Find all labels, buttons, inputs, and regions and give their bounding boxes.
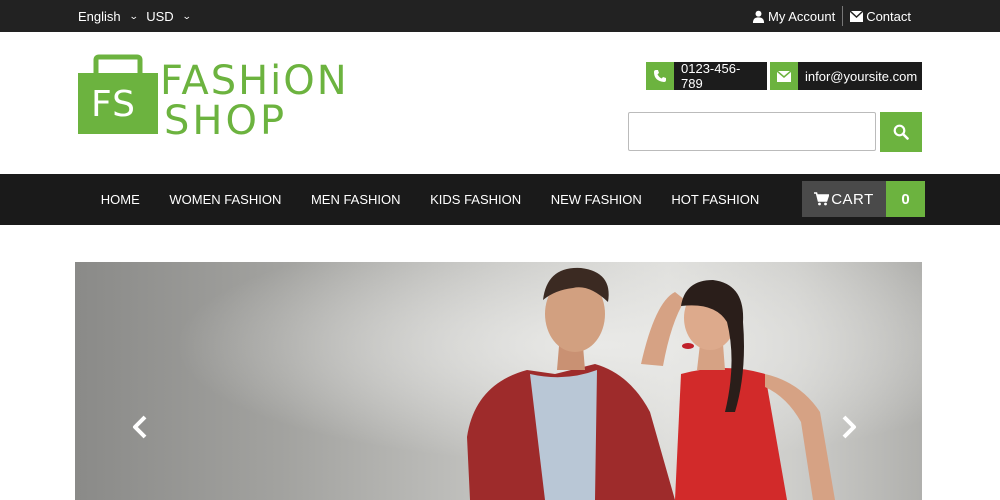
contact-link[interactable]: Contact	[850, 9, 911, 24]
shopping-bag-logo: FS FASHiON SHOP	[78, 54, 347, 144]
chevron-left-icon	[133, 415, 147, 439]
cart-label: CART	[831, 190, 874, 208]
search-icon	[893, 124, 909, 140]
phone-icon	[646, 62, 674, 90]
currency-dropdown[interactable]: USD ⌄	[146, 8, 192, 24]
chevron-right-icon	[842, 415, 856, 439]
nav-item-men-fashion[interactable]: MEN FASHION	[296, 192, 415, 207]
slider-prev-button[interactable]	[125, 412, 155, 442]
search-input[interactable]	[628, 112, 876, 151]
chevron-down-icon: ⌄	[181, 10, 192, 21]
nav-item-women-fashion[interactable]: WOMEN FASHION	[155, 192, 297, 207]
chevron-down-icon: ⌄	[128, 10, 139, 21]
search-button[interactable]	[880, 112, 922, 152]
email-contact[interactable]: infor@yoursite.com	[770, 62, 922, 90]
language-dropdown[interactable]: English ⌄	[78, 8, 139, 24]
hero-slider[interactable]	[75, 262, 922, 500]
nav-item-new-fashion[interactable]: NEW FASHION	[536, 192, 657, 207]
envelope-icon	[850, 10, 864, 22]
top-bar-right: My Account Contact	[752, 0, 911, 32]
svg-text:FS: FS	[91, 84, 136, 125]
slider-next-button[interactable]	[834, 412, 864, 442]
currency-label: USD	[146, 8, 174, 24]
svg-text:SHOP: SHOP	[164, 98, 287, 138]
my-account-link[interactable]: My Account	[752, 9, 835, 24]
email-address: infor@yoursite.com	[798, 62, 922, 90]
nav-item-kids-fashion[interactable]: KIDS FASHION	[415, 192, 536, 207]
user-icon	[752, 10, 765, 23]
divider	[842, 6, 844, 26]
phone-contact[interactable]: 0123-456-789	[646, 61, 767, 91]
envelope-icon	[770, 62, 798, 90]
language-label: English	[78, 8, 121, 24]
top-bar-left: English ⌄ USD ⌄	[78, 0, 192, 32]
nav-item-home[interactable]: HOME	[86, 192, 155, 207]
contact-label: Contact	[866, 8, 911, 24]
my-account-label: My Account	[767, 8, 836, 24]
hero-image	[75, 262, 922, 500]
cart-button[interactable]: CART 0	[802, 181, 925, 217]
nav-item-hot-fashion[interactable]: HOT FASHION	[657, 192, 774, 207]
cart-count-badge: 0	[886, 181, 925, 217]
logo[interactable]: FS FASHiON SHOP	[78, 54, 373, 144]
top-bar: English ⌄ USD ⌄ My Account Contact	[0, 0, 1000, 32]
nav-items: HOME WOMEN FASHION MEN FASHION KIDS FASH…	[86, 174, 774, 225]
phone-number: 0123-456-789	[674, 61, 767, 91]
cart-icon	[814, 192, 830, 206]
cart-label-box: CART	[802, 181, 886, 217]
